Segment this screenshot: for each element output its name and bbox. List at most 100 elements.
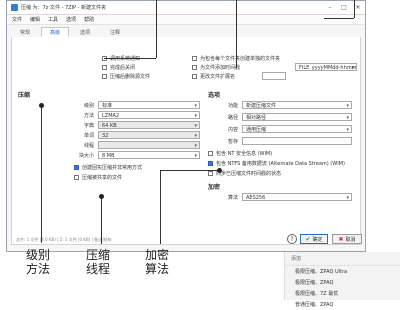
checkbox[interactable]	[192, 74, 197, 79]
check-label: 创建固实压缩并非常用方式	[82, 165, 143, 171]
check-timestamp[interactable]: 为文件添加时间戳	[192, 64, 240, 71]
callout-line-top-1	[156, 0, 157, 58]
level-select[interactable]: 标准	[98, 101, 200, 109]
preset-popup: 添加 极限压缩、ZPAQ Ultra 极限压缩、ZPAQ 极限压缩、7Z 最优 …	[284, 252, 400, 308]
menu-edit[interactable]: 编辑	[30, 16, 40, 23]
check-label: 包含 NTFS 备用数据流 (Alternate Data Stream) (W…	[216, 161, 345, 167]
check-close-after[interactable]: 完成后关闭	[102, 64, 135, 71]
check-label: 为文件添加时间戳	[200, 65, 241, 71]
check-label: 完成后关闭	[110, 65, 136, 71]
popup-header: 添加	[285, 252, 400, 266]
check-label: 压缩后删除源文件	[110, 74, 151, 80]
content-select[interactable]: 通用压缩	[242, 125, 352, 133]
threads-select[interactable]	[98, 141, 200, 149]
popup-item[interactable]: 普通压缩、ZPAQ	[285, 299, 400, 310]
section-encryption: 加密	[208, 184, 221, 191]
popup-item[interactable]: 极限压缩、7Z 最优	[285, 288, 400, 299]
function-select[interactable]: 新建压缩文件	[242, 101, 352, 109]
title-bar: 压缩 为：7z 文件 - 7ZIP - 新建文件夹 – □ ✕	[7, 1, 365, 15]
callout-hline-encrypt	[160, 170, 220, 171]
window-title: 压缩 为：7z 文件 - 7ZIP - 新建文件夹	[21, 5, 107, 11]
tab-options[interactable]: 选项	[71, 27, 99, 37]
checkbox[interactable]	[74, 175, 79, 180]
status-text: 文件: 1 文件 (4.6 KB) | 5: 1 文件 (0 KB) | 备注/…	[16, 237, 112, 242]
label-path: 路径	[227, 115, 238, 121]
algorithm-select[interactable]: AES256	[242, 193, 352, 201]
tab-general[interactable]: 常规	[11, 27, 39, 37]
check-change-ext[interactable]: 更改文件扩展名	[192, 73, 235, 80]
temp-input[interactable]	[242, 137, 352, 145]
label-threads: 线程	[83, 143, 94, 149]
callout-text: 加密 算法	[145, 248, 170, 276]
menu-options[interactable]: 选项	[66, 16, 76, 23]
check-label: 同步已压缩文件时间戳的状态	[216, 171, 282, 177]
minimize-icon[interactable]: –	[323, 4, 337, 11]
callout-hline-top-1	[104, 58, 156, 59]
check-shared-files[interactable]: 压缩被共享的文件	[74, 174, 122, 181]
check-delete-source[interactable]: 压缩后删除源文件	[102, 73, 150, 80]
section-compression: 压缩	[18, 92, 31, 99]
callout-dot-level	[39, 103, 44, 108]
label-function: 功能	[227, 103, 238, 109]
section-options: 选项	[208, 92, 221, 99]
callout-hline-top-3	[324, 18, 354, 19]
menu-tools[interactable]: 工具	[48, 16, 58, 23]
check-label: 更改文件扩展名	[200, 74, 236, 80]
popup-item[interactable]: 极限压缩、ZPAQ	[285, 277, 400, 288]
popup-item[interactable]: 极限压缩、ZPAQ Ultra	[285, 266, 400, 277]
compress-dialog: 压缩 为：7z 文件 - 7ZIP - 新建文件夹 – □ ✕ 文件 编辑 工具…	[6, 0, 366, 252]
block-size-select[interactable]: 8 MB	[98, 151, 200, 159]
callout-label-level: 级别 方法	[26, 248, 50, 276]
check-label: 包含 NT 安全信息 (WIM)	[216, 151, 273, 157]
check-ntfs-streams[interactable]: 包含 NTFS 备用数据流 (Alternate Data Stream) (W…	[208, 160, 345, 167]
tab-advanced[interactable]: 高级	[41, 27, 70, 37]
method-select[interactable]: LZMA2	[98, 111, 200, 119]
callout-text: 压缩 线程	[86, 248, 111, 276]
app-icon	[11, 4, 18, 11]
menu-file[interactable]: 文件	[12, 16, 22, 23]
callout-line-level	[41, 105, 42, 243]
checkbox[interactable]	[208, 151, 213, 156]
label-block-size: 块大小	[78, 153, 94, 159]
path-select[interactable]: 相对路径	[242, 113, 352, 121]
help-button[interactable]: ?	[287, 234, 297, 244]
callout-line-compress	[101, 196, 102, 244]
label-level: 级别	[83, 103, 94, 109]
checkbox[interactable]	[208, 171, 213, 176]
checkbox[interactable]	[192, 65, 197, 70]
dictionary-select[interactable]: 64 KB	[98, 121, 200, 129]
callout-dot-encrypt	[217, 168, 222, 173]
checkbox[interactable]	[192, 56, 197, 61]
label-algorithm: 算法	[227, 195, 238, 201]
checkbox[interactable]	[102, 65, 107, 70]
callout-line-top-2	[236, 0, 237, 68]
callout-line-encrypt	[160, 170, 161, 244]
label-content: 内容	[227, 127, 238, 133]
x-icon: ✖	[338, 235, 344, 243]
check-solid[interactable]: 创建固实压缩并非常用方式	[74, 164, 142, 171]
checkbox[interactable]	[102, 74, 107, 79]
label-temp: 暂存	[227, 139, 238, 145]
tab-panel: 调用系统通知 完成后关闭 压缩后删除源文件 为包含每个文件夹创建单独的文件夹 为…	[11, 37, 361, 245]
label-dictionary: 字典	[83, 123, 94, 129]
label-method: 方法	[83, 113, 94, 119]
extension-input[interactable]	[262, 72, 286, 80]
check-label: 为包含每个文件夹创建单独的文件夹	[200, 56, 281, 62]
check-icon: ✔	[305, 235, 311, 243]
callout-dot-compress	[99, 194, 104, 199]
timestamp-format-select[interactable]: FILE_yyyyMMdd-hhmmss	[295, 63, 357, 71]
checkbox[interactable]	[74, 165, 79, 170]
cancel-button[interactable]: ✖ 取消	[332, 234, 362, 244]
cancel-label: 取消	[345, 236, 356, 243]
word-select[interactable]: 32	[98, 131, 200, 139]
checkbox[interactable]	[208, 161, 213, 166]
ok-label: 确定	[312, 236, 323, 243]
maximize-icon[interactable]: □	[337, 4, 351, 11]
tab-comment[interactable]: 注释	[101, 27, 129, 37]
check-nt-security[interactable]: 包含 NT 安全信息 (WIM)	[208, 150, 272, 157]
callout-label-compress: 压缩 线程	[86, 248, 110, 276]
callout-line-top-3	[354, 0, 355, 18]
menu-help[interactable]: 帮助	[84, 16, 94, 23]
menu-bar: 文件 编辑 工具 选项 帮助	[7, 15, 365, 25]
ok-button[interactable]: ✔ 确定	[300, 234, 328, 244]
